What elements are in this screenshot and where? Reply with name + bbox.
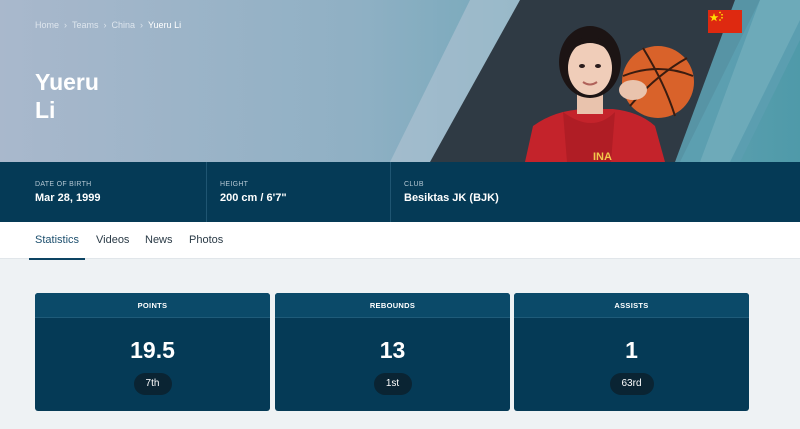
stat-card-rebounds: REBOUNDS 13 1st xyxy=(275,293,510,411)
stat-rank-badge: 7th xyxy=(133,373,172,395)
breadcrumb-current: Yueru Li xyxy=(148,20,182,30)
player-info-bar: DATE OF BIRTH Mar 28, 1999 HEIGHT 200 cm… xyxy=(0,162,800,222)
stat-label: ASSISTS xyxy=(514,293,749,318)
player-name: Yueru Li xyxy=(35,68,99,124)
player-hero: Home › Teams › China › Yueru Li Yueru Li… xyxy=(0,0,800,162)
svg-text:INA: INA xyxy=(593,151,612,162)
info-date-of-birth: DATE OF BIRTH Mar 28, 1999 xyxy=(0,162,206,222)
stat-card-assists: ASSISTS 1 63rd xyxy=(514,293,749,411)
stat-value: 19.5 xyxy=(130,337,175,363)
stat-card-points: POINTS 19.5 7th xyxy=(35,293,270,411)
chevron-right-icon: › xyxy=(64,20,68,30)
breadcrumb: Home › Teams › China › Yueru Li xyxy=(35,20,181,30)
chevron-right-icon: › xyxy=(140,20,144,30)
player-photo: INA xyxy=(525,26,694,162)
player-first-name: Yueru xyxy=(35,69,99,95)
china-flag-icon xyxy=(708,10,742,33)
stat-value: 1 xyxy=(625,337,638,363)
info-label: HEIGHT xyxy=(220,181,249,188)
tab-news[interactable]: News xyxy=(145,222,173,259)
stat-rank-badge: 1st xyxy=(373,373,412,395)
stat-label: POINTS xyxy=(35,293,270,318)
tab-photos[interactable]: Photos xyxy=(189,222,223,259)
stat-rank-badge: 63rd xyxy=(609,373,654,395)
tab-bar: Statistics Videos News Photos xyxy=(0,222,800,260)
player-last-name: Li xyxy=(35,97,56,123)
tab-videos[interactable]: Videos xyxy=(96,222,129,259)
breadcrumb-teams[interactable]: Teams xyxy=(72,20,99,30)
stat-value: 13 xyxy=(379,337,406,363)
info-club: CLUB Besiktas JK (BJK) xyxy=(390,162,800,222)
chevron-right-icon: › xyxy=(103,20,107,30)
info-value: 200 cm / 6'7" xyxy=(220,192,287,204)
stat-label: REBOUNDS xyxy=(275,293,510,318)
info-height: HEIGHT 200 cm / 6'7" xyxy=(206,162,390,222)
info-value: Mar 28, 1999 xyxy=(35,192,101,204)
tab-statistics[interactable]: Statistics xyxy=(28,222,86,260)
info-value[interactable]: Besiktas JK (BJK) xyxy=(404,192,800,204)
breadcrumb-china[interactable]: China xyxy=(112,20,136,30)
info-label: CLUB xyxy=(404,181,424,188)
breadcrumb-home[interactable]: Home xyxy=(35,20,59,30)
info-label: DATE OF BIRTH xyxy=(35,181,92,188)
